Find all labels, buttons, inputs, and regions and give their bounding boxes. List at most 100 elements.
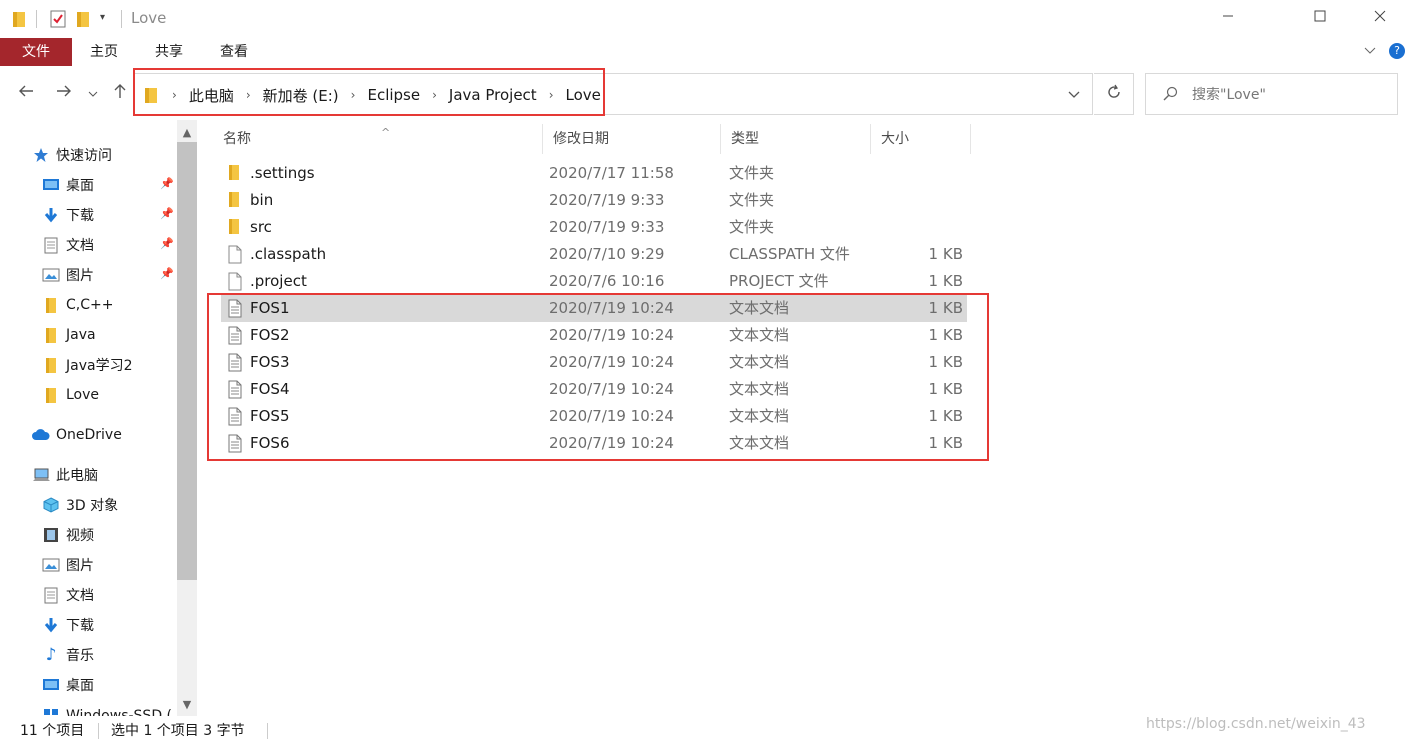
scrollbar-thumb[interactable] [177,142,197,580]
up-arrow-icon [113,83,127,104]
sidebar-item-label: Java [66,327,96,343]
expand-ribbon-icon[interactable] [1364,44,1376,59]
files-highlight-box [207,293,989,461]
table-row[interactable]: .project 2020/7/6 10:16 PROJECT 文件 1 KB [221,268,967,295]
search-box[interactable]: 搜索"Love" [1145,73,1398,115]
sidebar-item-label: 桌面 [66,178,94,194]
refresh-icon [1106,84,1122,105]
sidebar-item-this-pc[interactable]: 此电脑 [32,461,98,489]
sidebar-item-folder-java[interactable]: Java [42,321,96,349]
sidebar-item-documents[interactable]: 文档 [42,231,94,259]
up-button[interactable] [108,80,132,106]
file-type: CLASSPATH 文件 [729,245,850,263]
sidebar-item-label: 文档 [66,238,94,254]
sidebar-item-quick-access[interactable]: 快速访问 [32,141,112,169]
table-row[interactable]: src 2020/7/19 9:33 文件夹 [221,214,967,241]
download-arrow-icon [42,616,60,634]
sidebar-item-folder-java-study2[interactable]: Java学习2 [42,351,132,379]
nav-scrollbar[interactable]: ▲ ▼ [177,120,197,716]
title-bar: ▾ Love [0,0,1412,38]
table-row[interactable]: bin 2020/7/19 9:33 文件夹 [221,187,967,214]
file-name: .settings [250,164,315,182]
folder-icon [42,356,60,374]
tab-view[interactable]: 查看 [208,38,260,66]
properties-icon[interactable] [50,10,66,32]
tab-home[interactable]: 主页 [78,38,130,66]
file-name: .project [250,272,307,290]
address-highlight-box [133,68,605,116]
selection-info: 选中 1 个项目 3 字节 [111,723,245,739]
sidebar-item-folder-love[interactable]: Love [42,381,99,409]
sidebar-item-label: 视频 [66,528,94,544]
desktop-icon [42,176,60,194]
sidebar-item-onedrive[interactable]: OneDrive [32,421,122,449]
sidebar-item-documents-pc[interactable]: 文档 [42,581,94,609]
close-button[interactable] [1357,0,1403,36]
file-date: 2020/7/6 10:16 [549,272,665,290]
tab-file[interactable]: 文件 [0,38,72,66]
table-row[interactable]: .settings 2020/7/17 11:58 文件夹 [221,160,967,187]
sidebar-item-music[interactable]: ♪ 音乐 [42,641,94,669]
column-label: 修改日期 [553,131,609,147]
watermark: https://blog.csdn.net/weixin_43 [1146,716,1366,732]
column-header-size[interactable]: 大小 [871,124,971,154]
column-header-type[interactable]: 类型 [721,124,871,154]
table-row[interactable]: .classpath 2020/7/10 9:29 CLASSPATH 文件 1 KB [221,241,967,268]
maximize-icon [1314,10,1326,26]
sidebar-item-label: Love [66,387,100,403]
sidebar-item-downloads[interactable]: 下载 [42,201,94,229]
film-icon [42,526,60,544]
navigation-pane: 快速访问 桌面 📌 下载 📌 文档 📌 图片 📌 C,C++ Java Java… [0,120,198,716]
sidebar-item-pictures-pc[interactable]: 图片 [42,551,94,579]
scroll-down-icon[interactable]: ▼ [177,694,197,714]
folder-icon [227,164,245,184]
file-date: 2020/7/19 9:33 [549,191,665,209]
sidebar-item-label: 3D 对象 [66,498,119,514]
sidebar-item-windows-ssd[interactable]: Windows-SSD ( [42,702,172,716]
document-icon [42,586,60,604]
sidebar-item-desktop[interactable]: 桌面 [42,171,94,199]
picture-icon [42,266,60,284]
new-folder-icon[interactable] [76,10,92,32]
folder-icon[interactable] [12,10,28,32]
help-icon[interactable]: ? [1389,43,1405,59]
sidebar-item-desktop-pc[interactable]: 桌面 [42,671,94,699]
pin-icon[interactable]: 📌 [160,177,174,190]
document-icon [42,236,60,254]
file-date: 2020/7/19 9:33 [549,218,665,236]
sidebar-item-pictures[interactable]: 图片 [42,261,94,289]
file-date: 2020/7/17 11:58 [549,164,674,182]
download-arrow-icon [42,206,60,224]
pin-icon[interactable]: 📌 [160,237,174,250]
folder-icon [42,386,60,404]
sidebar-item-label: Java学习2 [66,358,133,374]
music-note-icon: ♪ [45,645,57,665]
column-header-date[interactable]: 修改日期 [543,124,721,154]
pin-icon[interactable]: 📌 [160,267,174,280]
recent-locations-button[interactable] [84,80,102,106]
sidebar-item-label: 下载 [66,618,94,634]
sidebar-item-folder-cpp[interactable]: C,C++ [42,291,113,319]
folder-icon [227,191,245,211]
scroll-up-icon[interactable]: ▲ [177,122,197,142]
column-label: 大小 [881,131,909,147]
sidebar-item-videos[interactable]: 视频 [42,521,94,549]
sidebar-item-label: Windows-SSD ( [66,708,173,716]
sidebar-item-label: C,C++ [66,297,114,313]
sidebar-item-label: 音乐 [66,648,94,664]
file-icon [227,272,245,292]
sidebar-item-label: 图片 [66,558,94,574]
column-header-name[interactable]: ^ 名称 [213,124,543,154]
forward-button[interactable] [52,80,76,106]
pin-icon[interactable]: 📌 [160,207,174,220]
tab-share[interactable]: 共享 [143,38,195,66]
sidebar-item-downloads-pc[interactable]: 下载 [42,611,94,639]
back-button[interactable] [14,80,38,106]
customize-toolbar-icon[interactable]: ▾ [100,12,105,23]
item-count: 11 个项目 [20,723,85,739]
maximize-button[interactable] [1297,0,1343,36]
minimize-button[interactable] [1205,0,1251,36]
refresh-button[interactable] [1094,73,1134,115]
sidebar-item-3d-objects[interactable]: 3D 对象 [42,491,118,519]
address-history-dropdown[interactable] [1068,88,1080,104]
